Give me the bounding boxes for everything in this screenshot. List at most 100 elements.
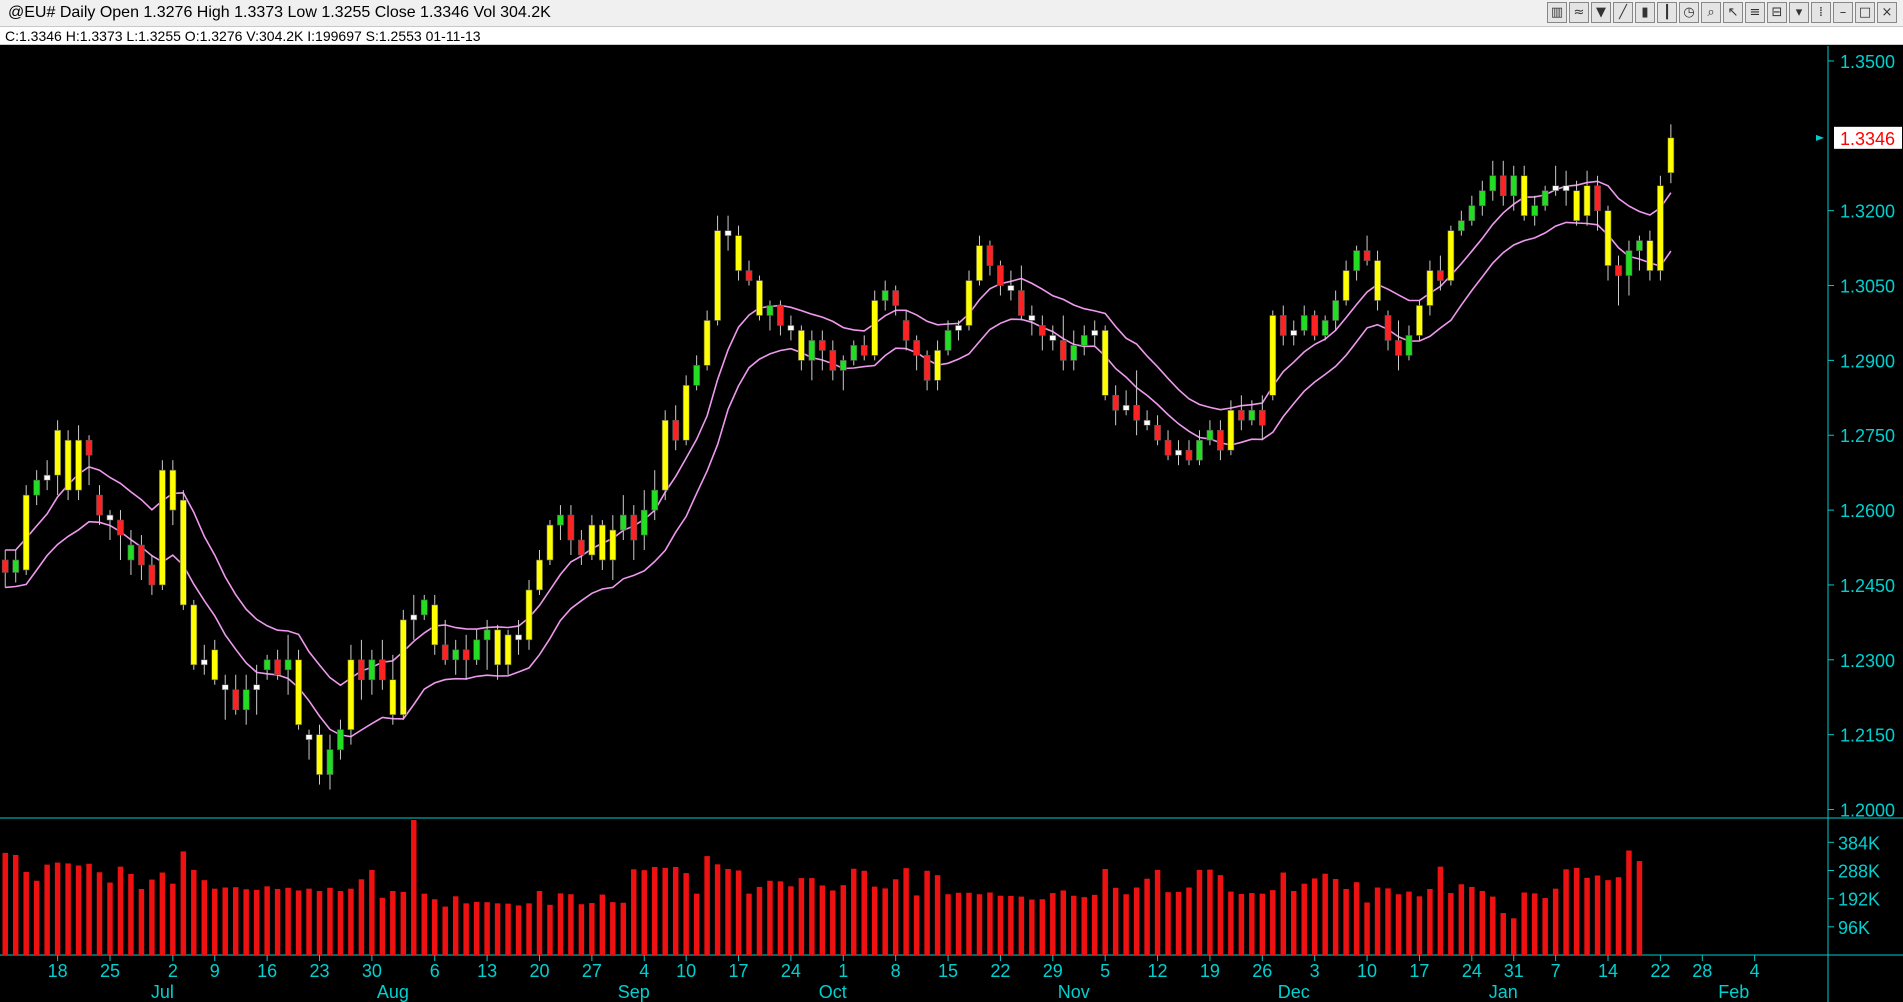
candle-body — [934, 350, 941, 381]
candle — [494, 624, 501, 680]
candle — [1133, 370, 1140, 436]
volume-bar — [494, 903, 501, 955]
volume-bar — [1542, 898, 1548, 955]
volume-bar — [536, 891, 543, 955]
candle-body — [420, 599, 428, 616]
candle-body — [756, 280, 763, 316]
candle-body — [661, 419, 669, 491]
volume-bar — [1469, 886, 1475, 955]
candle-body — [682, 385, 690, 441]
volume-bar — [955, 892, 962, 955]
candle-body — [808, 340, 816, 361]
candle-body — [358, 659, 365, 681]
candle — [54, 420, 61, 496]
candle — [619, 495, 627, 541]
candle — [179, 490, 187, 610]
volume-bar — [1427, 888, 1433, 955]
candle — [1499, 160, 1507, 206]
day-label: 17 — [1409, 961, 1429, 981]
candle — [399, 609, 407, 720]
candle-body — [913, 340, 920, 356]
volume-bar — [65, 863, 71, 955]
ma-upper-line — [5, 180, 1672, 687]
candle-body — [1290, 330, 1298, 336]
volume-bar — [138, 888, 145, 955]
candle — [1395, 320, 1402, 371]
candle-body — [881, 290, 889, 301]
candle-body — [745, 270, 753, 281]
volume-bar — [725, 869, 731, 955]
volume-bar — [1091, 894, 1098, 955]
price-tick-label: 1.2000 — [1840, 801, 1895, 821]
volume-bar — [620, 902, 627, 955]
candle-body — [473, 639, 480, 661]
candle — [1520, 165, 1528, 221]
volume-bar — [159, 872, 166, 955]
candle — [1279, 305, 1287, 346]
volume-bar — [390, 891, 396, 955]
candle-body — [1185, 449, 1193, 461]
candle-body — [410, 614, 418, 621]
candle — [1300, 305, 1308, 336]
candle — [127, 530, 135, 575]
volume-bar — [913, 895, 920, 955]
volume-tick-label: 192K — [1838, 890, 1880, 910]
day-label: 20 — [529, 961, 549, 981]
candle — [75, 425, 82, 501]
candle — [798, 325, 805, 371]
candle-body — [211, 649, 219, 681]
candle-body — [1657, 185, 1664, 271]
price-chart[interactable]: 1.3500 1.3200 1.3050 1.2900 1.2750 1.2600 1.24… — [0, 0, 1903, 1002]
candle-body — [1531, 205, 1539, 216]
volume-bar — [1259, 893, 1266, 955]
volume-tick-label: 96K — [1838, 918, 1870, 938]
volume-bar — [599, 894, 606, 955]
month-label: Dec — [1278, 982, 1310, 1002]
candle — [850, 340, 858, 366]
candle-body — [190, 604, 198, 666]
candle-body — [43, 474, 51, 481]
candle-body — [148, 564, 156, 586]
candle — [1489, 160, 1497, 201]
candle-body — [976, 245, 983, 281]
month-label: Feb — [1718, 982, 1749, 1002]
day-label: 4 — [1750, 961, 1760, 981]
candle — [808, 330, 816, 381]
volume-bar — [631, 869, 637, 955]
candle — [1, 550, 9, 588]
candle-body — [525, 589, 533, 641]
candle-body — [1353, 250, 1360, 271]
candle — [263, 654, 271, 680]
candle — [64, 430, 72, 501]
candle — [934, 340, 941, 391]
candle-body — [1028, 315, 1036, 321]
volume-bar — [798, 878, 805, 955]
volume-bar — [2, 852, 8, 955]
candle-body — [295, 659, 302, 725]
candle-body — [567, 514, 575, 541]
candle-body — [1520, 175, 1528, 216]
candle-body — [923, 355, 931, 381]
volume-bar — [1594, 875, 1601, 955]
volume-bar — [191, 869, 197, 955]
volume-bar — [966, 892, 972, 955]
price-tick-label: 1.2300 — [1840, 651, 1895, 671]
candle — [431, 594, 439, 655]
candle-body — [1112, 395, 1119, 411]
volume-axis: 384K 288K 192K 96K — [1828, 833, 1880, 938]
volume-bar — [463, 903, 469, 955]
candle-body — [1426, 270, 1434, 306]
candle-body — [1458, 220, 1465, 231]
volume-bar — [107, 882, 113, 955]
candle — [1583, 170, 1591, 226]
volume-bar — [1531, 893, 1538, 955]
price-tick-label: 1.2600 — [1840, 501, 1895, 521]
candle — [609, 515, 617, 580]
candle — [441, 619, 449, 665]
candle — [1594, 175, 1601, 231]
candle — [368, 649, 376, 695]
candle-body — [557, 514, 564, 526]
candle — [997, 260, 1004, 296]
candle — [1049, 325, 1057, 351]
candle — [714, 215, 721, 326]
